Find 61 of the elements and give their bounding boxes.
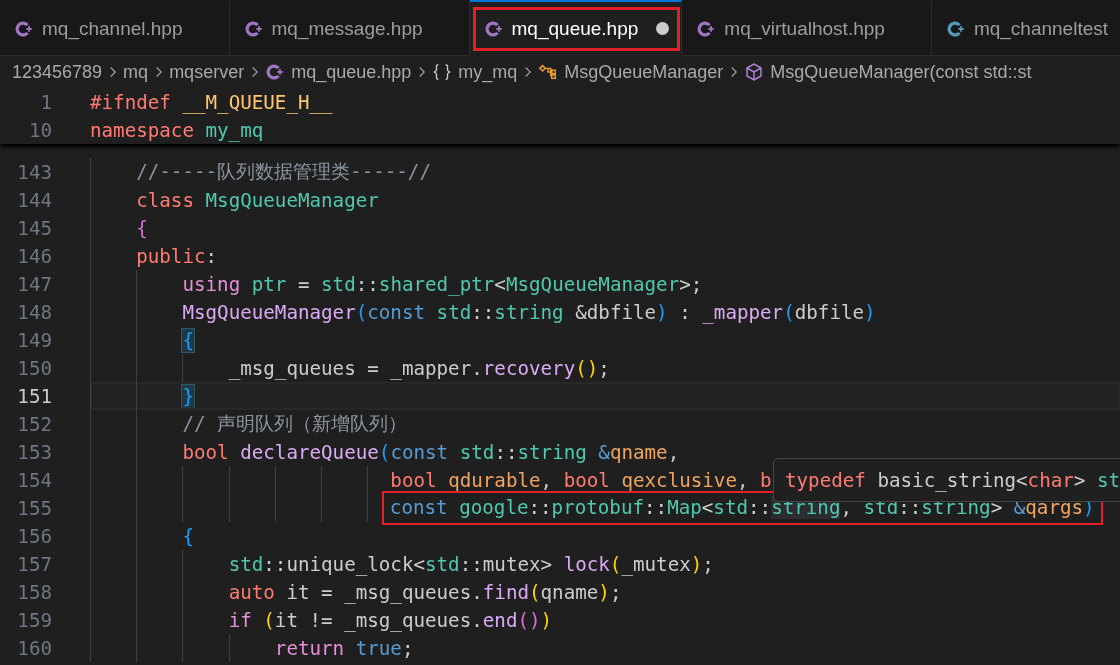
editor-tab[interactable]: mq_virtualhost.hpp xyxy=(682,0,932,56)
chevron-icon xyxy=(108,64,118,80)
class-icon xyxy=(538,62,559,82)
code-line: // 声明队列（新增队列） xyxy=(182,411,408,437)
line-number: 149 xyxy=(16,328,52,352)
chevron-icon xyxy=(523,64,533,80)
line-number: 143 xyxy=(16,160,52,184)
code-line: if (it != _msg_queues.end()) xyxy=(228,608,553,632)
code-line: { xyxy=(182,524,194,548)
code-line: return true; xyxy=(274,636,414,660)
editor-tab[interactable]: mq_channel.hpp xyxy=(0,0,230,56)
code-line: #ifndef __M_QUEUE_H__ xyxy=(90,90,333,114)
line-number: 156 xyxy=(16,524,52,548)
code-line: using ptr = std::shared_ptr<MsgQueueManager>; xyxy=(182,272,703,296)
code-line: bool qdurable, bool qexclusive, b xyxy=(390,468,772,492)
code-line: MsgQueueManager(const std::string &dbfile) : _mapper(dbfile) xyxy=(182,300,876,324)
line-number: 157 xyxy=(16,552,52,576)
hover-tooltip: typedef basic_string<char> st xyxy=(773,458,1120,502)
breadcrumb-item[interactable]: my_mq xyxy=(458,61,518,83)
line-number: 150 xyxy=(16,356,52,380)
chevron-icon xyxy=(417,64,427,80)
breadcrumb-item[interactable]: mq_queue.hpp xyxy=(291,61,412,83)
breadcrumb-item[interactable]: MsgQueueManager xyxy=(564,61,724,83)
chevron-icon xyxy=(250,64,260,80)
code-line: //-----队列数据管理类-----// xyxy=(136,159,431,185)
braces-icon xyxy=(432,62,453,82)
line-number: 145 xyxy=(16,216,52,240)
editor-tab[interactable]: mq_message.hpp xyxy=(229,0,470,56)
line-number: 151 xyxy=(16,384,52,408)
breadcrumb-item[interactable]: MsgQueueManager(const std::st xyxy=(770,61,1032,83)
chevron-icon xyxy=(729,64,739,80)
breadcrumb-item[interactable]: mq xyxy=(123,61,149,83)
code-line: namespace my_mq xyxy=(90,118,264,142)
line-number: 159 xyxy=(16,608,52,632)
code-line: { xyxy=(136,216,148,240)
editor-tab[interactable]: mq_queue.hpp xyxy=(469,0,683,56)
line-number: 1 xyxy=(39,90,52,114)
editor-tab[interactable]: mq_channeltest xyxy=(931,0,1120,56)
line-number: 10 xyxy=(27,118,52,142)
line-number: 146 xyxy=(16,244,52,268)
line-number: 155 xyxy=(16,496,52,520)
breadcrumb-item[interactable]: 123456789 xyxy=(12,61,103,83)
code-line: bool declareQueue(const std::string &qname, xyxy=(182,440,680,464)
cube-icon xyxy=(744,62,765,82)
code-line: _msg_queues = _mapper.recovery(); xyxy=(228,356,610,380)
cpp-file-icon xyxy=(265,62,286,82)
code-line: auto it = _msg_queues.find(qname); xyxy=(228,580,622,604)
line-number: 160 xyxy=(16,636,52,660)
code-line: class MsgQueueManager xyxy=(136,188,379,212)
line-number: 158 xyxy=(16,580,52,604)
code-line: std::unique_lock<std::mutex> lock(_mutex); xyxy=(228,552,714,576)
line-number: 152 xyxy=(16,412,52,436)
code-line: public: xyxy=(136,244,218,268)
line-number: 153 xyxy=(16,440,52,464)
line-number: 144 xyxy=(16,188,52,212)
line-number: 148 xyxy=(16,300,52,324)
chevron-icon xyxy=(154,64,164,80)
unsaved-dot-icon xyxy=(656,22,670,35)
breadcrumb-item[interactable]: mqserver xyxy=(169,61,245,83)
line-number: 154 xyxy=(16,468,52,492)
line-number: 147 xyxy=(16,272,52,296)
